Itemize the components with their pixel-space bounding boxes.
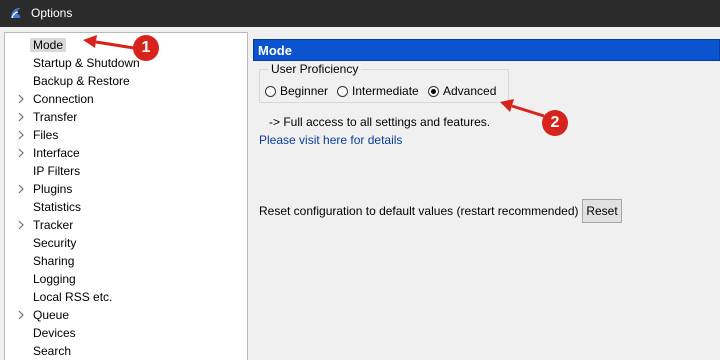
tree-item-ip-filters[interactable]: IP Filters xyxy=(5,162,245,180)
tree-item-label: Logging xyxy=(33,272,76,286)
chevron-right-icon[interactable] xyxy=(16,112,26,122)
options-dialog-body: Mode Startup & Shutdown Backup & Restore… xyxy=(0,27,720,360)
tree-item-local-rss[interactable]: Local RSS etc. xyxy=(5,288,245,306)
tree-item-label: Files xyxy=(33,128,59,142)
tree-item-label: Search xyxy=(33,344,72,358)
reset-button[interactable]: Reset xyxy=(582,199,622,223)
group-title: User Proficiency xyxy=(268,62,362,76)
tree-item-label: Interface xyxy=(33,146,80,160)
radio-label[interactable]: Intermediate xyxy=(352,84,419,98)
radio-button[interactable] xyxy=(337,86,348,97)
tree-item-sharing[interactable]: Sharing xyxy=(5,252,245,270)
tree-item-devices[interactable]: Devices xyxy=(5,324,245,342)
tree-item-tracker[interactable]: Tracker xyxy=(5,216,245,234)
tree-item-security[interactable]: Security xyxy=(5,234,245,252)
chevron-right-icon[interactable] xyxy=(16,184,26,194)
tree-item-label: Security xyxy=(33,236,77,250)
tree-item-interface[interactable]: Interface xyxy=(5,144,245,162)
tree-item-statistics[interactable]: Statistics xyxy=(5,198,245,216)
chevron-right-icon[interactable] xyxy=(16,310,26,320)
mode-description: -> Full access to all settings and featu… xyxy=(269,115,491,129)
window-title: Options xyxy=(31,6,73,20)
tree-item-transfer[interactable]: Transfer xyxy=(5,108,245,126)
radio-button[interactable] xyxy=(265,86,276,97)
tree-item-startup-shutdown[interactable]: Startup & Shutdown xyxy=(5,54,245,72)
panel-title: Mode xyxy=(253,39,720,61)
tree-item-label: Mode xyxy=(30,38,67,52)
tree-item-label: Plugins xyxy=(33,182,73,196)
annotation-badge-2: 2 xyxy=(542,110,568,136)
tree-item-label: Statistics xyxy=(33,200,82,214)
radio-label[interactable]: Advanced xyxy=(443,84,496,98)
user-proficiency-group: User Proficiency Beginner Intermediate A… xyxy=(259,62,509,103)
tree-item-label: Backup & Restore xyxy=(33,74,130,88)
tree-item-queue[interactable]: Queue xyxy=(5,306,245,324)
mode-settings-panel: Mode User Proficiency Beginner Intermedi… xyxy=(253,32,720,360)
annotation-badge-1: 1 xyxy=(133,35,159,61)
radio-button-selected[interactable] xyxy=(428,86,439,97)
tree-item-label: Sharing xyxy=(33,254,75,268)
tree-item-mode[interactable]: Mode xyxy=(5,36,245,54)
tree-item-label: Startup & Shutdown xyxy=(33,56,140,70)
tree-item-files[interactable]: Files xyxy=(5,126,245,144)
chevron-right-icon[interactable] xyxy=(16,220,26,230)
tree-item-logging[interactable]: Logging xyxy=(5,270,245,288)
chevron-right-icon[interactable] xyxy=(16,130,26,140)
tree-item-label: Devices xyxy=(33,326,76,340)
tree-item-backup-restore[interactable]: Backup & Restore xyxy=(5,72,245,90)
tree-item-label: Tracker xyxy=(33,218,74,232)
settings-category-tree[interactable]: Mode Startup & Shutdown Backup & Restore… xyxy=(4,32,248,360)
tree-item-search[interactable]: Search xyxy=(5,342,245,360)
tree-item-label: Connection xyxy=(33,92,94,106)
tree-item-label: IP Filters xyxy=(33,164,81,178)
chevron-right-icon[interactable] xyxy=(16,94,26,104)
radio-label[interactable]: Beginner xyxy=(280,84,328,98)
tree-item-label: Local RSS etc. xyxy=(33,290,113,304)
details-link[interactable]: Please visit here for details xyxy=(259,133,402,147)
chevron-right-icon[interactable] xyxy=(16,148,26,158)
tree-item-connection[interactable]: Connection xyxy=(5,90,245,108)
tree-item-plugins[interactable]: Plugins xyxy=(5,180,245,198)
reset-description: Reset configuration to default values (r… xyxy=(259,204,579,218)
tree-item-label: Transfer xyxy=(33,110,78,124)
tree-item-label: Queue xyxy=(33,308,70,322)
title-bar: Options xyxy=(0,0,720,27)
app-logo-icon xyxy=(11,7,21,19)
